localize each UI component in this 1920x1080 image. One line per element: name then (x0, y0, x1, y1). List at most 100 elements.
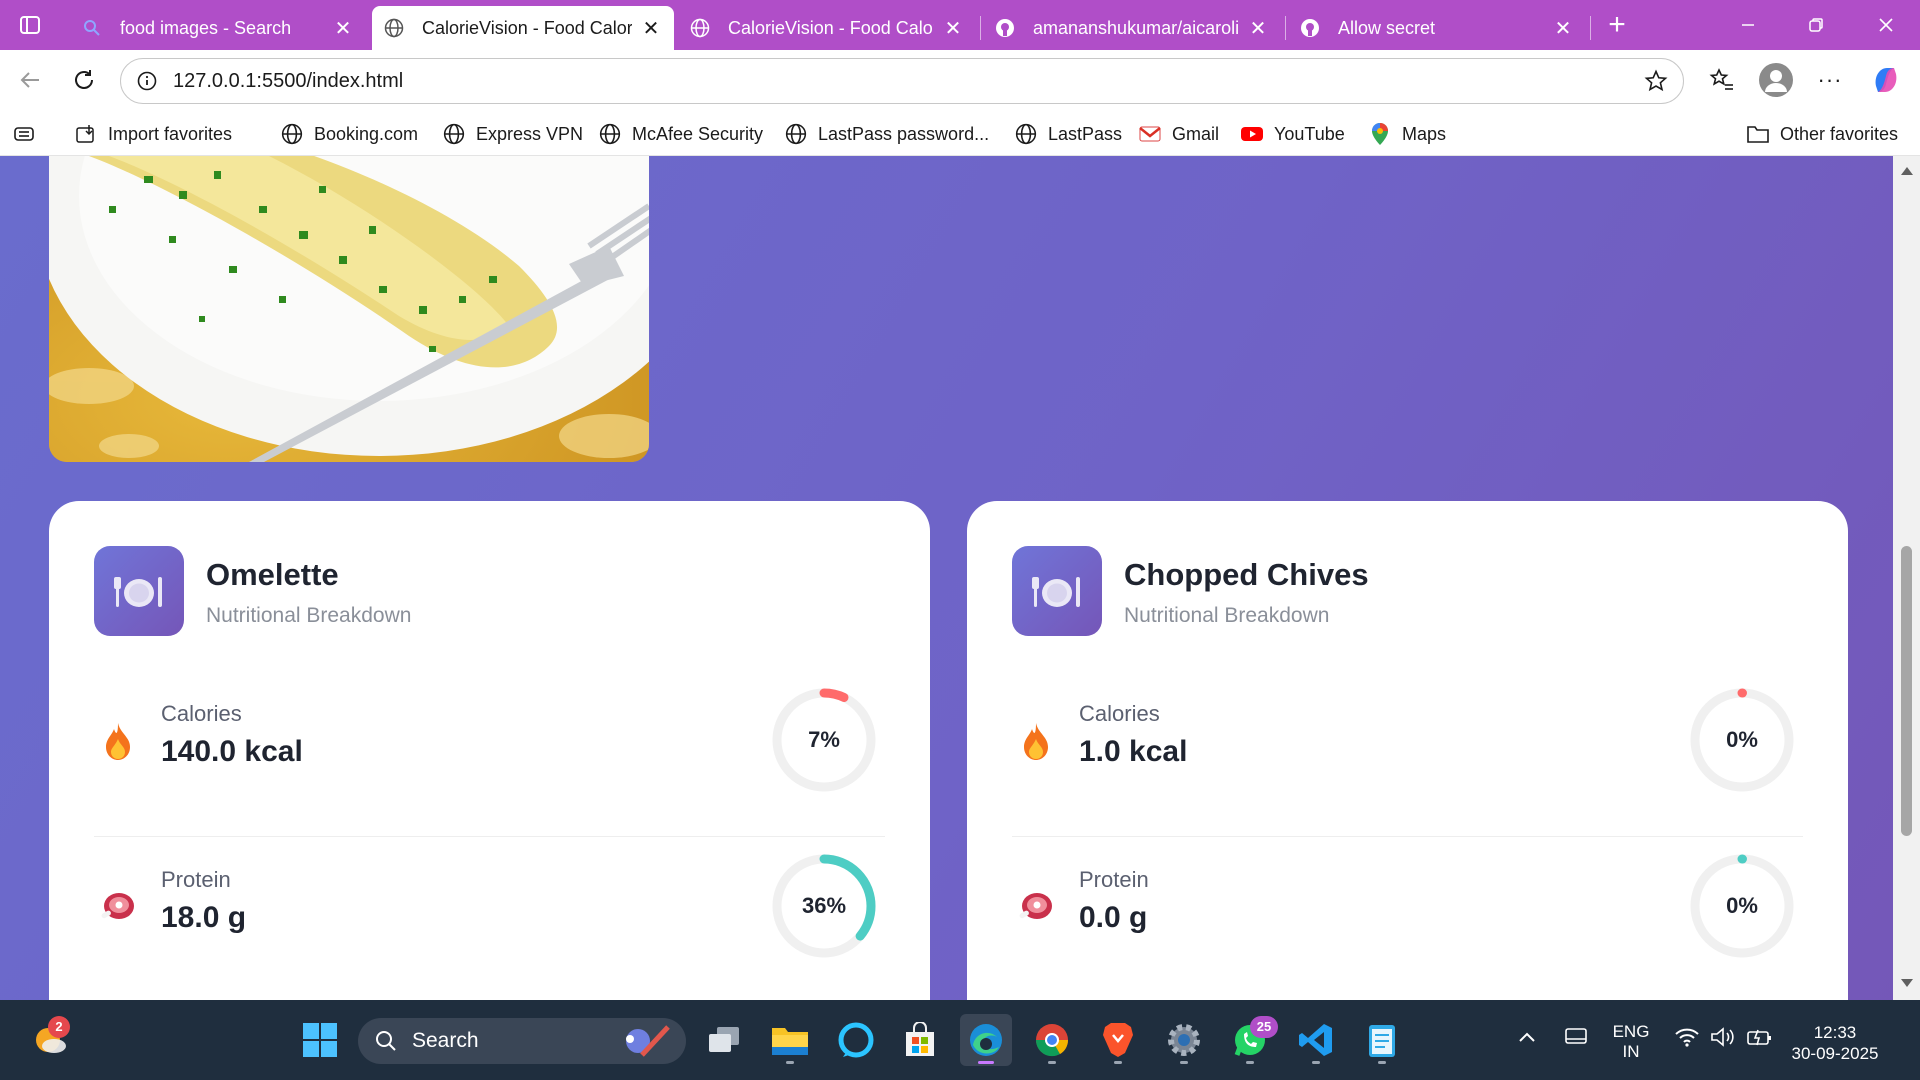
meat-icon (98, 887, 138, 927)
collections-icon (12, 122, 36, 146)
scroll-thumb[interactable] (1901, 546, 1912, 836)
edge-button[interactable] (960, 1014, 1012, 1066)
bookmark-express-vpn[interactable]: Express VPN (442, 120, 583, 148)
bookmark-lastpass-password[interactable]: LastPass password... (784, 120, 989, 148)
cortana-button[interactable] (830, 1014, 882, 1066)
tab-title: Allow secret (1338, 17, 1436, 38)
show-hidden-icons-button[interactable] (1512, 1028, 1542, 1048)
language-indicator[interactable]: ENG IN (1606, 1022, 1656, 1062)
scroll-down-icon[interactable] (1900, 978, 1914, 988)
bookmark-gmail[interactable]: Gmail (1138, 120, 1219, 148)
minimize-button[interactable] (1718, 0, 1778, 50)
globe-icon (1014, 122, 1038, 146)
nutrient-label: Protein (1079, 867, 1149, 892)
new-tab-button[interactable]: + (1594, 0, 1640, 50)
reading-mode-button[interactable] (12, 120, 46, 148)
globe-icon (442, 122, 466, 146)
nutrient-value: 18.0 g (161, 901, 247, 934)
refresh-button[interactable] (62, 58, 106, 102)
search-placeholder: Search (412, 1029, 479, 1052)
favorites-list-icon (1709, 68, 1733, 90)
food-subtitle: Nutritional Breakdown (206, 604, 412, 627)
brave-lion-icon (1103, 1023, 1133, 1057)
nutrient-value: 1.0 kcal (1079, 735, 1188, 768)
nutrient-label: Calories (161, 701, 242, 726)
copilot-button[interactable] (1864, 58, 1908, 102)
restore-button[interactable] (1786, 0, 1846, 50)
touch-keyboard-button[interactable] (1560, 1026, 1592, 1053)
profile-button[interactable] (1754, 58, 1798, 102)
site-info-icon[interactable] (135, 69, 159, 93)
running-indicator (786, 1061, 794, 1064)
tab-separator (1285, 16, 1286, 40)
bookmark-maps[interactable]: Maps (1368, 120, 1446, 148)
url-text[interactable]: 127.0.0.1:5500/index.html (173, 70, 1643, 93)
close-tab-icon[interactable]: ✕ (1247, 17, 1269, 40)
close-tab-icon[interactable]: ✕ (640, 17, 662, 40)
running-indicator (1312, 1061, 1320, 1064)
avatar-icon (1759, 63, 1793, 97)
close-tab-icon[interactable]: ✕ (1552, 17, 1574, 40)
nutrient-percent: 7% (808, 727, 840, 752)
scroll-up-icon[interactable] (1900, 166, 1914, 176)
settings-button[interactable] (1158, 1014, 1210, 1066)
tab-caloievision-active[interactable]: CalorieVision - Food Calori ✕ (372, 6, 674, 50)
brave-button[interactable] (1092, 1014, 1144, 1066)
bookmark-booking[interactable]: Booking.com (280, 120, 418, 148)
chrome-button[interactable] (1026, 1014, 1078, 1066)
bookmark-import-favorites[interactable]: Import favorites (74, 120, 232, 148)
tab-github-repo[interactable]: amananshukumar/aicarolie ✕ (983, 6, 1281, 50)
task-view-icon (709, 1027, 739, 1052)
bookmark-mcafee[interactable]: McAfee Security (598, 120, 763, 148)
task-view-button[interactable] (698, 1014, 750, 1066)
settings-more-button[interactable]: ··· (1808, 58, 1852, 102)
search-icon (376, 1031, 396, 1051)
display-icon (1565, 1028, 1587, 1044)
page-scrollbar[interactable] (1893, 156, 1920, 1000)
taskbar-search[interactable]: Search (358, 1018, 686, 1064)
bookmark-label: Maps (1402, 123, 1447, 144)
region-code: IN (1622, 1042, 1640, 1061)
nutrient-row-calories: Calories 140.0 kcal 7% (94, 671, 885, 837)
running-indicator (1378, 1061, 1386, 1064)
globe-icon (784, 122, 808, 146)
file-explorer-button[interactable] (764, 1014, 816, 1066)
language-code: ENG (1612, 1022, 1650, 1041)
alexa-icon (838, 1022, 874, 1058)
microsoft-store-button[interactable] (894, 1014, 946, 1066)
refresh-icon (75, 70, 93, 89)
tab-allow-secret[interactable]: Allow secret ✕ (1288, 6, 1586, 50)
favorites-button[interactable] (1700, 58, 1744, 102)
widgets-button[interactable]: 2 (24, 1014, 76, 1066)
close-tab-icon[interactable]: ✕ (332, 17, 354, 40)
food-card-omelette: Omelette Nutritional Breakdown Calories … (49, 501, 930, 1000)
favorite-star-icon[interactable] (1643, 68, 1669, 94)
start-button[interactable] (294, 1014, 346, 1066)
tab-caloievision[interactable]: CalorieVision - Food Calori ✕ (678, 6, 976, 50)
address-bar[interactable]: 127.0.0.1:5500/index.html (120, 58, 1684, 104)
nutrient-percent: 36% (801, 893, 847, 918)
bookmark-youtube[interactable]: YouTube (1240, 120, 1345, 148)
copilot-icon (1875, 68, 1897, 92)
close-tab-icon[interactable]: ✕ (942, 17, 964, 40)
tab-actions-button[interactable] (0, 0, 60, 50)
tab-title: amananshukumar/aicarolie (1033, 17, 1239, 38)
clock-date: 30-09-2025 (1791, 1044, 1879, 1063)
close-window-button[interactable] (1856, 0, 1916, 50)
other-favorites[interactable]: Other favorites (1746, 120, 1898, 148)
whatsapp-button[interactable]: 25 (1224, 1014, 1278, 1066)
back-arrow-icon (20, 72, 39, 88)
notepad-button[interactable] (1356, 1014, 1408, 1066)
globe-icon (280, 122, 304, 146)
vscode-button[interactable] (1290, 1014, 1342, 1066)
clock[interactable]: 12:33 30-09-2025 (1780, 1022, 1890, 1064)
plate-cutlery-icon (1032, 577, 1080, 607)
bookmark-lastpass[interactable]: LastPass (1014, 120, 1122, 148)
back-button[interactable] (8, 58, 52, 102)
tab-actions-icon (20, 16, 40, 34)
chevron-up-icon (1519, 1032, 1535, 1042)
store-icon (906, 1022, 934, 1056)
quick-settings-button[interactable] (1674, 1026, 1774, 1048)
chrome-icon (1035, 1024, 1069, 1057)
tab-food-images-search[interactable]: food images - Search ✕ (70, 6, 366, 50)
